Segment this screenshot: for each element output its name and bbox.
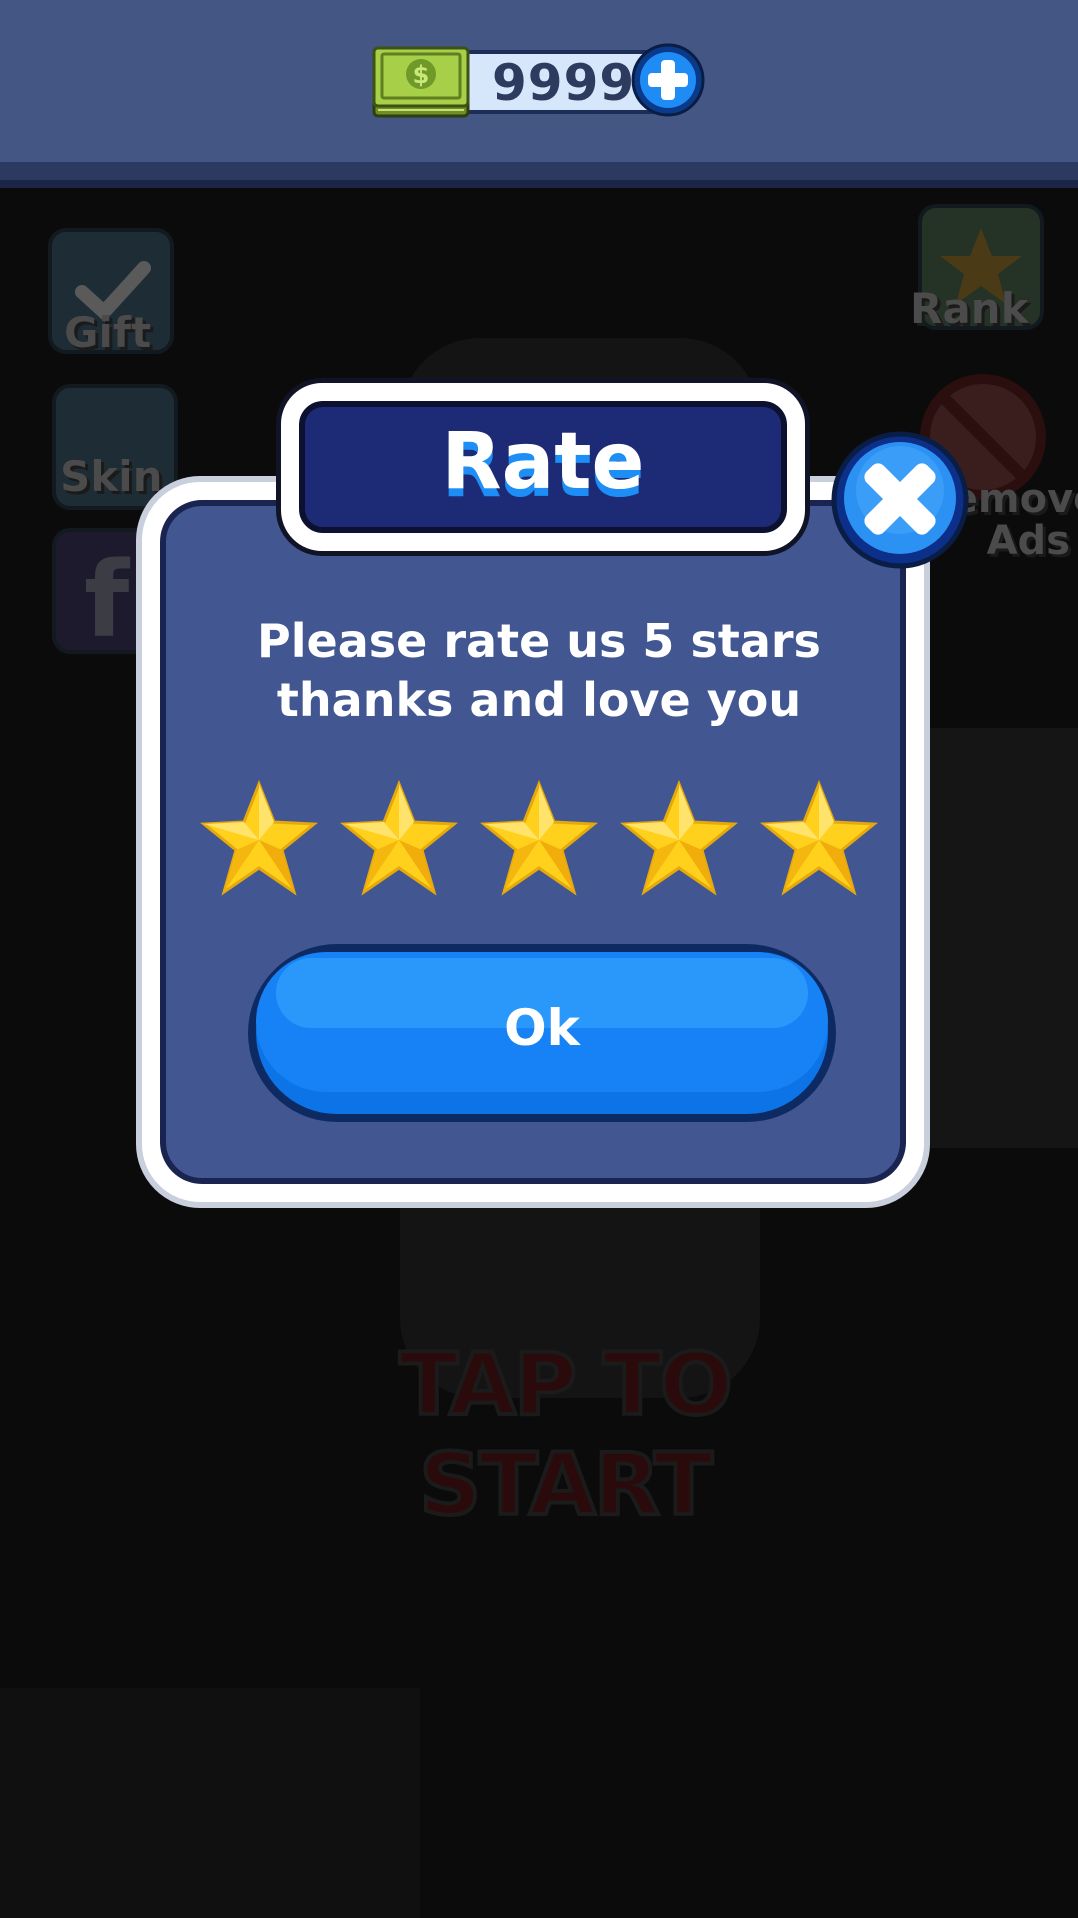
star-icon[interactable] [760, 780, 878, 898]
gift-label: Gift [64, 308, 152, 357]
rate-message-line-2: thanks and love you [276, 673, 802, 727]
skin-label: Skin [60, 452, 163, 501]
close-button[interactable] [830, 430, 970, 570]
ok-button[interactable]: Ok [246, 942, 838, 1124]
star-rating [200, 780, 880, 900]
star-icon[interactable] [200, 780, 318, 898]
cash-stack-icon: $ [372, 46, 470, 118]
star-icon[interactable] [620, 780, 738, 898]
top-bar-shade [0, 162, 1078, 188]
ok-button-label: Ok [504, 999, 580, 1057]
star-icon[interactable] [340, 780, 458, 898]
svg-text:$: $ [413, 61, 430, 89]
rank-label: Rank [910, 284, 1029, 333]
star-icon[interactable] [480, 780, 598, 898]
rate-message-line-1: Please rate us 5 stars [257, 614, 821, 668]
floor-decor [0, 1688, 420, 1918]
rate-message: Please rate us 5 stars thanks and love y… [166, 612, 912, 742]
svg-text:f: f [84, 539, 131, 650]
add-currency-button[interactable] [630, 42, 706, 118]
currency-counter: 9999 $ [372, 42, 706, 124]
dialog-title: Rate [441, 417, 645, 507]
dialog-title-plate: Rate [299, 401, 787, 533]
dialog-title-frame: Rate [276, 378, 810, 556]
tap-to-start-text[interactable]: TAP TO START [280, 1333, 850, 1537]
